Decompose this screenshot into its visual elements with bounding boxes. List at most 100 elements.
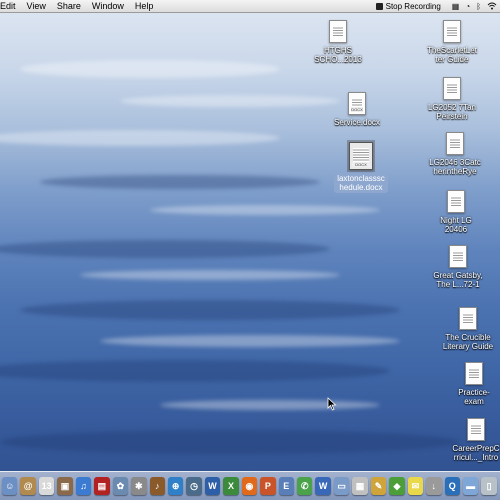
calendar-icon[interactable]: 13 — [38, 477, 55, 495]
stop-icon — [375, 3, 383, 10]
dock-glyph: Q — [448, 480, 456, 491]
preview-icon[interactable]: ▭ — [333, 477, 350, 495]
document-icon — [329, 20, 347, 43]
dock-glyph: ▯ — [486, 480, 492, 491]
desktop-icon-crucible[interactable]: The Crucible Literary Guide — [436, 307, 500, 351]
excel-icon[interactable]: X — [223, 477, 239, 495]
menu-window[interactable]: Window — [87, 0, 130, 13]
icon-label: TheScarletLet ter Guide — [427, 46, 477, 64]
desktop-icon-practice-exam[interactable]: Practice-exam — [442, 362, 500, 406]
powerpoint-icon[interactable]: P — [260, 477, 276, 495]
dock-glyph: ☺ — [5, 480, 15, 491]
dock-glyph: ✆ — [300, 480, 309, 491]
stop-recording-label: Stop Recording — [385, 2, 441, 11]
word-doc-icon[interactable]: W — [315, 477, 331, 495]
photo-booth-icon[interactable]: ▤ — [94, 477, 110, 495]
icon-label: HTGHS SCHO...2013 — [314, 46, 362, 64]
dock-glyph: ↓ — [431, 480, 437, 491]
dock: ☺ @13 ▣ ♫ ▤ ✿ ✱ ♪ ⊕ ◷ W X ◉ P E ✆ W ▭ ▦ ✎ ◆ ✉ ↓ Q ▬ ▯ — [0, 471, 500, 500]
menu-view[interactable]: View — [22, 0, 52, 13]
document-icon — [467, 418, 485, 441]
dock-glyph: ▦ — [355, 480, 365, 491]
document-icon — [446, 132, 464, 155]
document-icon — [449, 245, 467, 268]
dock-glyph: ◷ — [190, 480, 199, 491]
garageband-icon[interactable]: ♪ — [149, 477, 165, 495]
entourage-icon[interactable]: E — [278, 477, 294, 495]
icon-label: Great Gatsby, The L...72-1 — [433, 271, 483, 289]
docx-icon: DOCX — [348, 92, 366, 115]
messenger-icon[interactable]: ✆ — [297, 477, 313, 495]
dock-glyph: ♪ — [154, 480, 160, 491]
document-icon — [443, 20, 461, 43]
dock-glyph: ▣ — [60, 480, 70, 491]
desktop-icon-night-lg[interactable]: Night LG 20406 — [424, 190, 488, 234]
dock-glyph: ▬ — [466, 480, 476, 491]
finder-icon[interactable]: ☺ — [2, 477, 18, 495]
dock-glyph: ♫ — [80, 480, 87, 491]
icon-label: Service.docx — [334, 118, 380, 127]
document-icon — [465, 362, 483, 385]
desktop-icon-lg2052[interactable]: LG2052 7Tan Peirstein — [420, 77, 484, 121]
document-icon — [443, 77, 461, 100]
documents-icon[interactable]: ▦ — [352, 477, 368, 495]
dock-glyph: E — [283, 480, 290, 491]
dock-glyph: ✱ — [135, 480, 143, 491]
icon-label: Practice-exam — [458, 388, 490, 406]
icon-label: LG2052 7Tan Peirstein — [427, 103, 477, 121]
dock-glyph: ✿ — [116, 480, 125, 491]
address-book-icon[interactable]: @ — [20, 477, 36, 495]
dock-glyph: ▤ — [97, 480, 107, 491]
folder-icon[interactable]: ▬ — [462, 477, 479, 495]
quicktime-icon[interactable]: Q — [444, 477, 460, 495]
dock-glyph: ✉ — [411, 480, 420, 491]
system-preferences-icon[interactable]: ✱ — [131, 477, 147, 495]
bluetooth-icon[interactable]: ᛒ — [476, 2, 481, 11]
time-machine-status-icon[interactable]: ◔ — [465, 2, 470, 11]
photos-icon[interactable]: ▣ — [57, 477, 73, 495]
desktop-icon-scarlet-letter[interactable]: TheScarletLet ter Guide — [420, 20, 484, 64]
word-icon[interactable]: W — [204, 477, 221, 495]
desktop-icon-service-docx[interactable]: DOCX Service.docx — [325, 92, 389, 127]
firefox-icon[interactable]: ◉ — [241, 477, 258, 495]
time-machine-icon[interactable]: ◷ — [186, 477, 202, 495]
downloads-icon[interactable]: ↓ — [426, 477, 442, 495]
pages-icon[interactable]: ✎ — [370, 477, 387, 495]
dock-glyph: ⊕ — [171, 480, 180, 491]
menu-share[interactable]: Share — [52, 0, 87, 13]
docx-icon: DOCX — [347, 140, 375, 172]
icon-label: Night LG 20406 — [440, 216, 472, 234]
dock-glyph: ◆ — [393, 480, 401, 491]
desktop-icon-career-prep[interactable]: CareerPrepC rricul..._Intro — [444, 418, 500, 462]
desktop-icon-laxton-schedule[interactable]: DOCX laxtonclasssc hedule.docx — [329, 140, 393, 193]
iphoto-icon[interactable]: ✿ — [112, 477, 129, 495]
menu-edit[interactable]: Edit — [0, 0, 22, 13]
stop-recording-button[interactable]: Stop Recording — [375, 2, 441, 11]
desktop-icon-htghs[interactable]: HTGHS SCHO...2013 — [306, 20, 370, 64]
script-menu-icon[interactable]: ▦ — [452, 2, 460, 11]
document-icon — [447, 190, 465, 213]
safari-icon[interactable]: ⊕ — [167, 477, 184, 495]
trash-icon[interactable]: ▯ — [481, 477, 497, 495]
icon-label: LG2046 3Catc herintheRye — [429, 158, 481, 176]
dock-glyph: ▭ — [337, 480, 346, 491]
desktop-icon-catcher-rye[interactable]: LG2046 3Catc herintheRye — [423, 132, 487, 176]
notes-icon[interactable]: ✉ — [407, 477, 424, 495]
app-icon[interactable]: ◆ — [389, 477, 405, 495]
dock-glyph: W — [208, 480, 217, 491]
document-icon — [459, 307, 477, 330]
dock-glyph: 13 — [41, 480, 52, 491]
dock-glyph: ✎ — [374, 480, 383, 491]
itunes-icon[interactable]: ♫ — [75, 477, 92, 495]
dock-glyph: P — [264, 480, 271, 491]
dock-glyph: W — [318, 480, 328, 491]
desktop — [0, 0, 500, 500]
icon-label: The Crucible Literary Guide — [442, 333, 494, 351]
dock-glyph: X — [227, 480, 234, 491]
desktop-icon-great-gatsby[interactable]: Great Gatsby, The L...72-1 — [426, 245, 490, 289]
mouse-cursor-icon — [327, 397, 337, 411]
wifi-icon[interactable] — [487, 2, 497, 12]
dock-glyph: @ — [23, 480, 33, 491]
menu-help[interactable]: Help — [130, 0, 160, 13]
dock-glyph: ◉ — [245, 480, 254, 491]
